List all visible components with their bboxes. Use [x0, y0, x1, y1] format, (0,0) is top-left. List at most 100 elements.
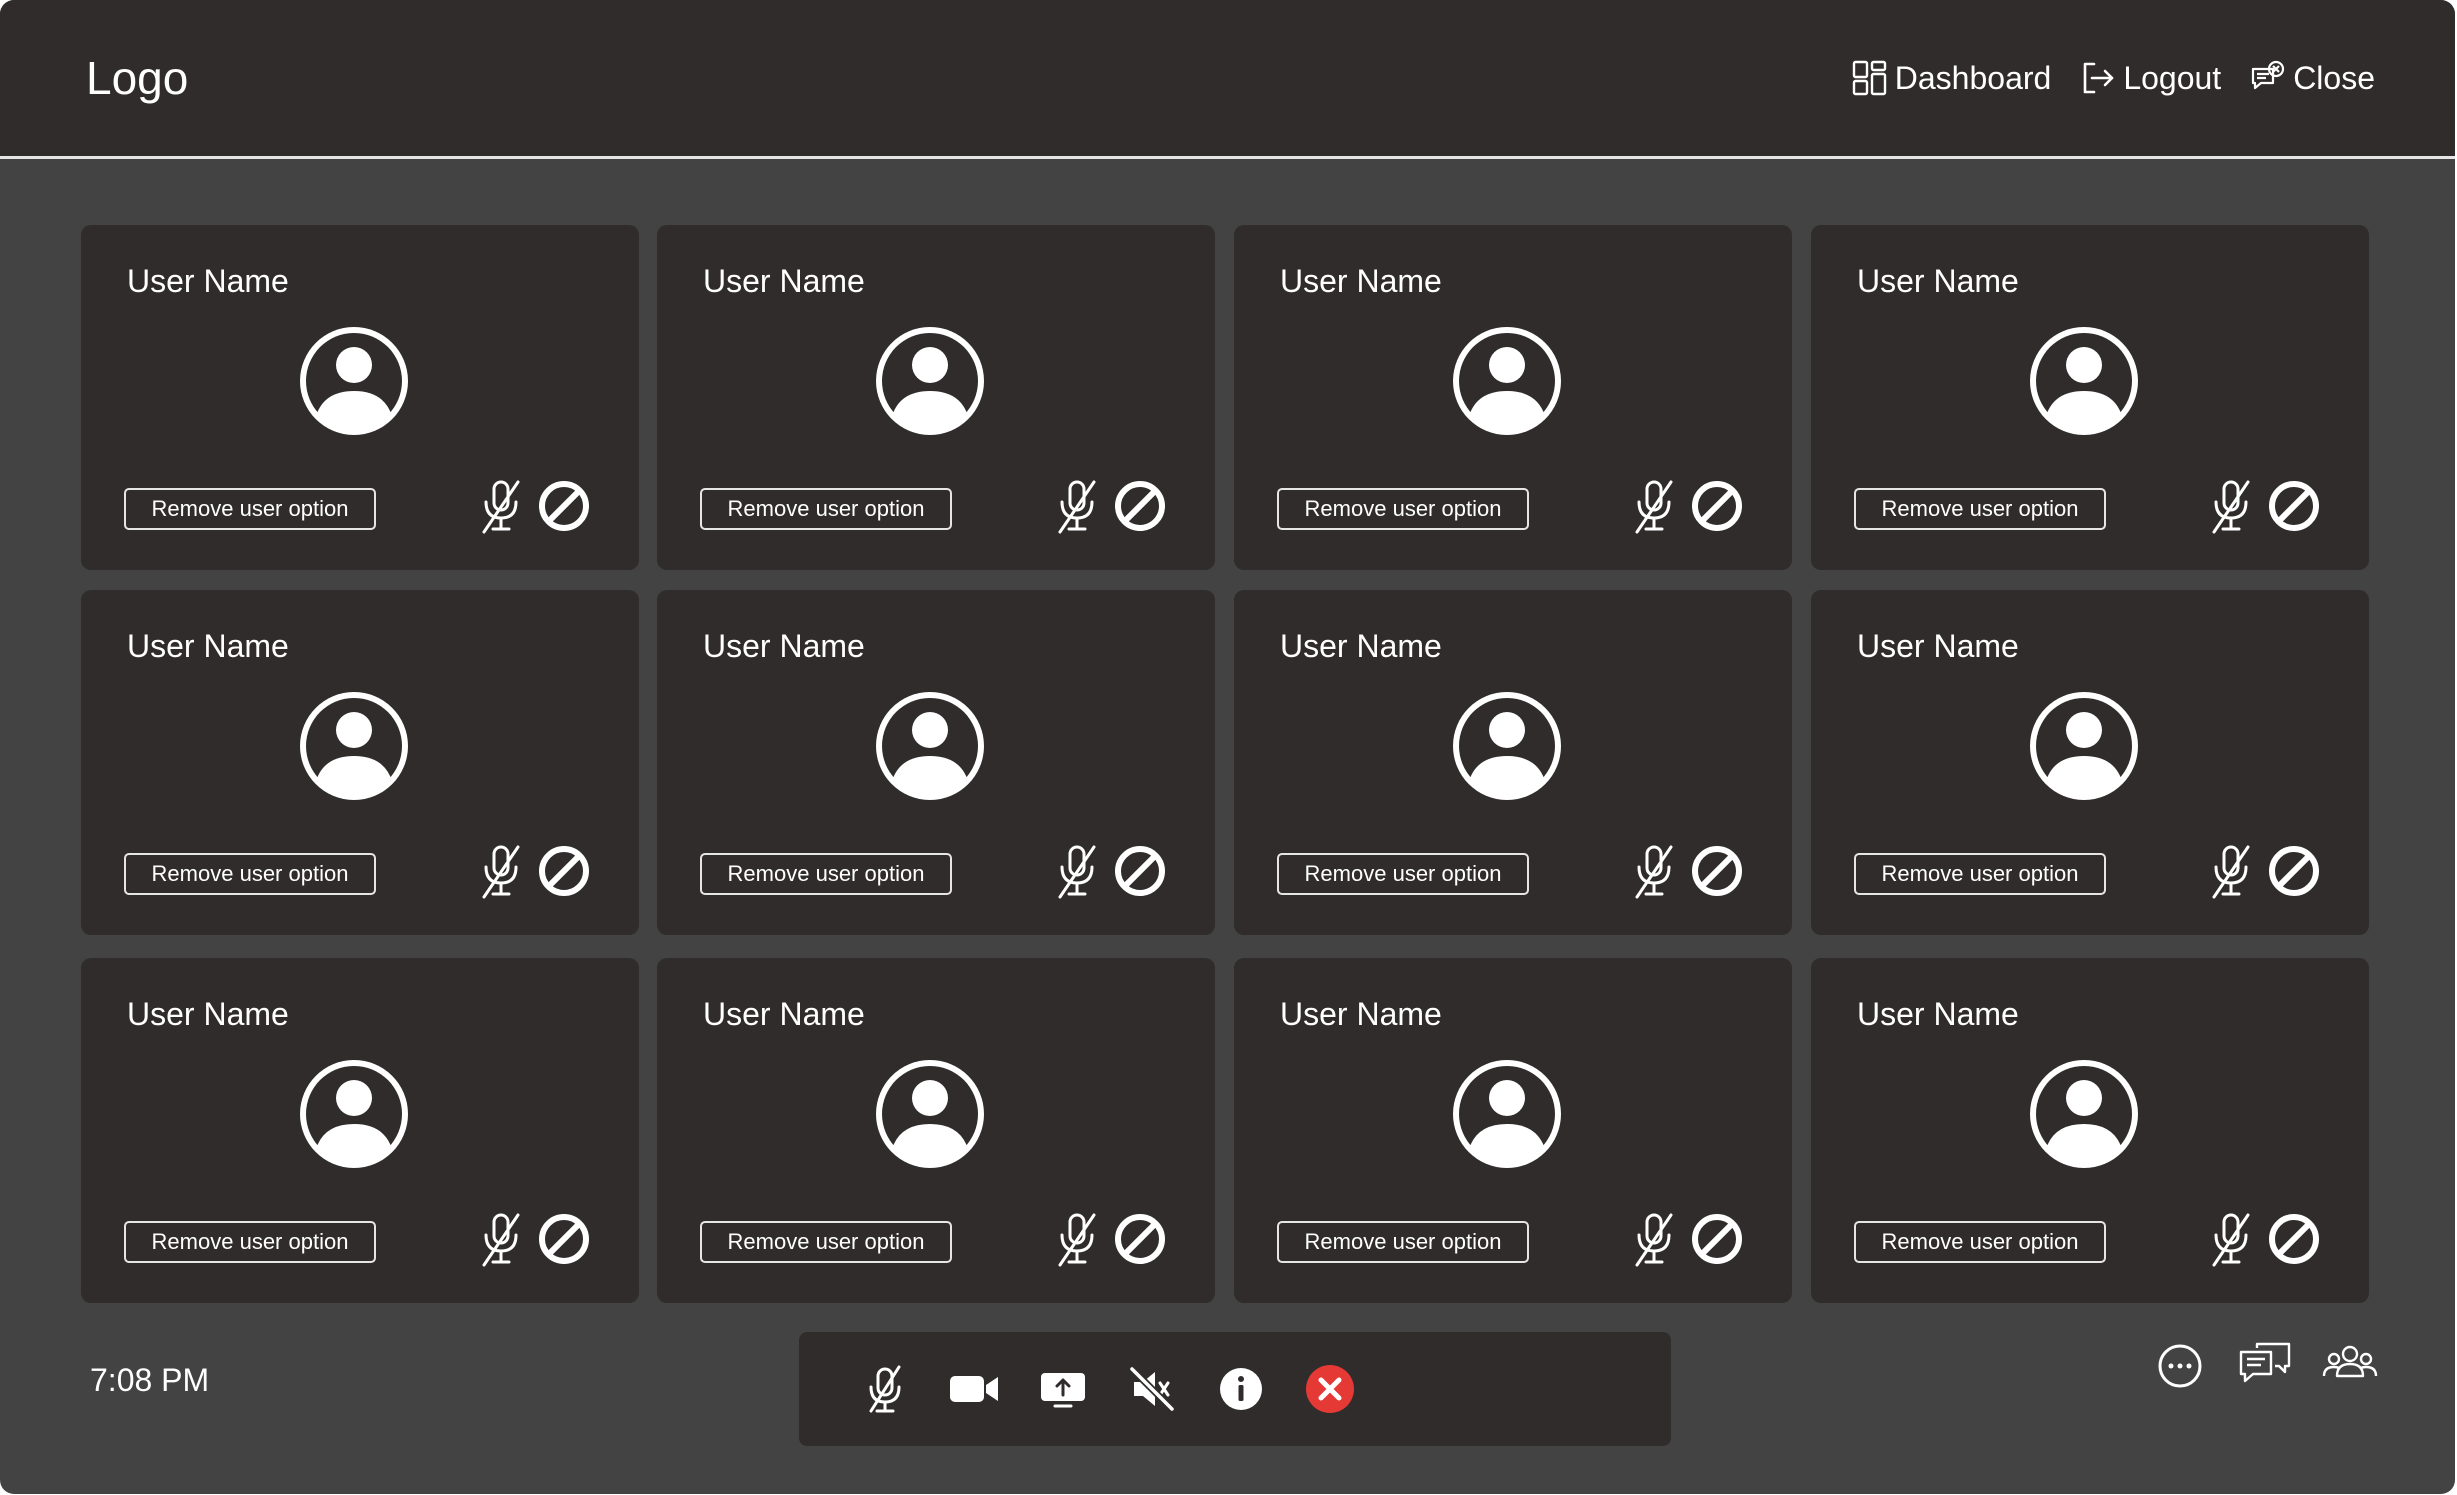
info-icon — [1211, 1359, 1271, 1419]
block-icon[interactable] — [1690, 1212, 1744, 1266]
participants-button[interactable] — [2322, 1338, 2378, 1394]
end-call-button[interactable] — [1300, 1359, 1360, 1419]
avatar-icon — [2026, 688, 2142, 804]
block-icon[interactable] — [2267, 1212, 2321, 1266]
avatar-icon — [1449, 688, 1565, 804]
mic-muted-icon[interactable] — [478, 843, 524, 899]
participant-name: User Name — [1857, 628, 2019, 664]
block-icon[interactable] — [2267, 479, 2321, 533]
toggle-speaker-button[interactable] — [1122, 1359, 1182, 1419]
mic-muted-icon[interactable] — [1054, 1211, 1100, 1267]
remove-user-button[interactable]: Remove user option — [1277, 853, 1529, 895]
participant-name: User Name — [1280, 996, 1442, 1032]
participant-tile: User Name Remove user option — [1811, 958, 2369, 1303]
avatar-icon — [296, 323, 412, 439]
share-screen-icon — [1033, 1359, 1093, 1419]
info-button[interactable] — [1211, 1359, 1271, 1419]
remove-user-button[interactable]: Remove user option — [1854, 853, 2106, 895]
remove-user-button[interactable]: Remove user option — [700, 1221, 952, 1263]
remove-user-button[interactable]: Remove user option — [1277, 488, 1529, 530]
block-icon[interactable] — [1113, 1212, 1167, 1266]
block-icon[interactable] — [1113, 844, 1167, 898]
remove-user-button[interactable]: Remove user option — [700, 488, 952, 530]
block-icon[interactable] — [537, 844, 591, 898]
participant-name: User Name — [703, 263, 865, 299]
avatar-icon — [296, 688, 412, 804]
remove-user-button[interactable]: Remove user option — [124, 488, 376, 530]
mic-muted-icon[interactable] — [1054, 478, 1100, 534]
block-icon[interactable] — [1690, 844, 1744, 898]
remove-user-button[interactable]: Remove user option — [700, 853, 952, 895]
meeting-time: 7:08 PM — [90, 1362, 210, 1398]
mic-muted-icon — [855, 1359, 915, 1419]
avatar-icon — [1449, 1056, 1565, 1172]
remove-user-button[interactable]: Remove user option — [1854, 1221, 2106, 1263]
avatar-icon — [2026, 1056, 2142, 1172]
logout-label: Logout — [2123, 60, 2222, 96]
close-link[interactable]: Close — [2249, 58, 2375, 98]
avatar-icon — [1449, 323, 1565, 439]
block-icon[interactable] — [537, 1212, 591, 1266]
top-bar: Logo Dashboard Logout Close — [0, 0, 2455, 159]
avatar-icon — [872, 323, 988, 439]
toggle-mic-button[interactable] — [855, 1359, 915, 1419]
share-screen-button[interactable] — [1033, 1359, 1093, 1419]
participant-tile: User Name Remove user option — [81, 225, 639, 570]
logo[interactable]: Logo — [86, 50, 188, 106]
logout-link[interactable]: Logout — [2079, 58, 2221, 98]
mic-muted-icon[interactable] — [478, 478, 524, 534]
participant-name: User Name — [127, 996, 289, 1032]
mic-muted-icon[interactable] — [2208, 1211, 2254, 1267]
meeting-app: Logo Dashboard Logout Close User Name Re… — [0, 0, 2455, 1494]
speaker-muted-icon — [1122, 1359, 1182, 1419]
participant-name: User Name — [1857, 996, 2019, 1032]
mic-muted-icon[interactable] — [2208, 843, 2254, 899]
participant-name: User Name — [1280, 263, 1442, 299]
participant-name: User Name — [1857, 263, 2019, 299]
more-options-icon — [2152, 1338, 2208, 1394]
participant-tile: User Name Remove user option — [1811, 590, 2369, 935]
video-camera-icon — [944, 1359, 1004, 1419]
dashboard-label: Dashboard — [1894, 60, 2052, 96]
participant-name: User Name — [703, 628, 865, 664]
mic-muted-icon[interactable] — [478, 1211, 524, 1267]
mic-muted-icon[interactable] — [2208, 478, 2254, 534]
end-call-icon — [1300, 1359, 1360, 1419]
toggle-video-button[interactable] — [944, 1359, 1004, 1419]
participant-tile: User Name Remove user option — [1811, 225, 2369, 570]
participant-name: User Name — [703, 996, 865, 1032]
participant-tile: User Name Remove user option — [1234, 590, 1792, 935]
mic-muted-icon[interactable] — [1054, 843, 1100, 899]
block-icon[interactable] — [537, 479, 591, 533]
remove-user-button[interactable]: Remove user option — [124, 1221, 376, 1263]
dashboard-link[interactable]: Dashboard — [1851, 58, 2052, 98]
block-icon[interactable] — [1690, 479, 1744, 533]
more-options-button[interactable] — [2152, 1338, 2208, 1394]
mic-muted-icon[interactable] — [1631, 478, 1677, 534]
avatar-icon — [872, 1056, 988, 1172]
participant-tile: User Name Remove user option — [657, 225, 1215, 570]
remove-user-button[interactable]: Remove user option — [124, 853, 376, 895]
mic-muted-icon[interactable] — [1631, 1211, 1677, 1267]
chat-button[interactable] — [2237, 1338, 2293, 1394]
dashboard-grid-icon — [1851, 59, 1889, 97]
avatar-icon — [296, 1056, 412, 1172]
participant-tile: User Name Remove user option — [1234, 958, 1792, 1303]
close-chat-icon — [2249, 59, 2287, 97]
participant-name: User Name — [127, 263, 289, 299]
participants-icon — [2322, 1338, 2378, 1394]
avatar-icon — [872, 688, 988, 804]
block-icon[interactable] — [2267, 844, 2321, 898]
participant-name: User Name — [127, 628, 289, 664]
mic-muted-icon[interactable] — [1631, 843, 1677, 899]
participant-tile: User Name Remove user option — [657, 590, 1215, 935]
participant-tile: User Name Remove user option — [657, 958, 1215, 1303]
remove-user-button[interactable]: Remove user option — [1854, 488, 2106, 530]
top-nav: Dashboard Logout Close — [1851, 58, 2375, 98]
close-label: Close — [2293, 60, 2375, 96]
participant-tile: User Name Remove user option — [1234, 225, 1792, 570]
call-controls-bar — [799, 1332, 1671, 1446]
block-icon[interactable] — [1113, 479, 1167, 533]
avatar-icon — [2026, 323, 2142, 439]
remove-user-button[interactable]: Remove user option — [1277, 1221, 1529, 1263]
